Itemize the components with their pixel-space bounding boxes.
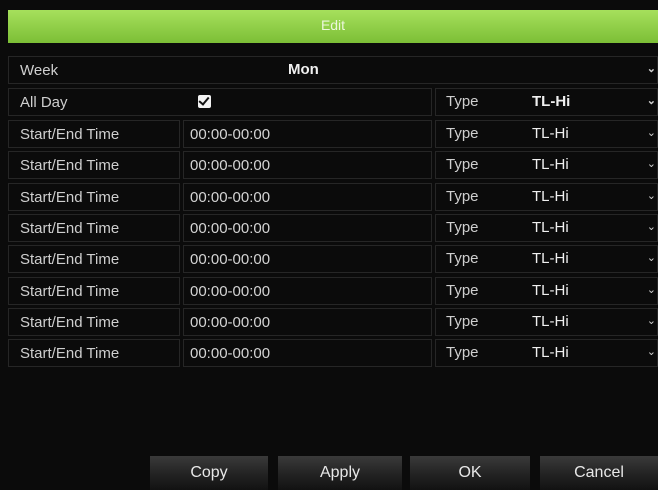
type-label: Type <box>446 282 479 299</box>
type-select[interactable]: TL-Hi ⌄ <box>520 308 658 336</box>
all-day-type-select[interactable]: TL-Hi ⌄ <box>520 88 658 116</box>
chevron-down-icon: ⌄ <box>646 158 656 170</box>
chevron-down-icon: ⌄ <box>646 221 656 233</box>
start-end-time-label: Start/End Time <box>8 308 180 336</box>
type-label: Type <box>446 156 479 173</box>
time-range-input[interactable]: 00:00-00:00 <box>183 339 432 367</box>
all-day-checkbox[interactable] <box>198 94 211 108</box>
type-select-value: TL-Hi <box>532 344 569 361</box>
type-select[interactable]: TL-Hi ⌄ <box>520 245 658 273</box>
week-row: Week Mon ⌄ <box>8 56 658 84</box>
time-row: Start/End Time 00:00-00:00 Type TL-Hi ⌄ <box>8 183 658 211</box>
type-select[interactable]: TL-Hi ⌄ <box>520 183 658 211</box>
all-day-type-label: Type <box>446 93 479 110</box>
time-range-input[interactable]: 00:00-00:00 <box>183 277 432 305</box>
apply-button[interactable]: Apply <box>278 456 402 490</box>
week-select-value: Mon <box>288 61 319 78</box>
type-select[interactable]: TL-Hi ⌄ <box>520 277 658 305</box>
time-row: Start/End Time 00:00-00:00 Type TL-Hi ⌄ <box>8 151 658 179</box>
type-select-value: TL-Hi <box>532 188 569 205</box>
cancel-button[interactable]: Cancel <box>540 456 658 490</box>
time-row: Start/End Time 00:00-00:00 Type TL-Hi ⌄ <box>8 245 658 273</box>
start-end-time-label: Start/End Time <box>8 245 180 273</box>
type-select-value: TL-Hi <box>532 125 569 142</box>
type-label: Type <box>446 219 479 236</box>
chevron-down-icon: ⌄ <box>646 284 656 296</box>
chevron-down-icon: ⌄ <box>646 190 656 202</box>
start-end-time-label: Start/End Time <box>8 151 180 179</box>
checkmark-icon <box>198 94 210 106</box>
type-label: Type <box>446 313 479 330</box>
time-row: Start/End Time 00:00-00:00 Type TL-Hi ⌄ <box>8 308 658 336</box>
copy-button[interactable]: Copy <box>150 456 268 490</box>
time-range-input[interactable]: 00:00-00:00 <box>183 183 432 211</box>
start-end-time-label: Start/End Time <box>8 214 180 242</box>
time-row: Start/End Time 00:00-00:00 Type TL-Hi ⌄ <box>8 214 658 242</box>
time-range-input[interactable]: 00:00-00:00 <box>183 151 432 179</box>
time-row: Start/End Time 00:00-00:00 Type TL-Hi ⌄ <box>8 339 658 367</box>
start-end-time-label: Start/End Time <box>8 183 180 211</box>
time-range-input[interactable]: 00:00-00:00 <box>183 308 432 336</box>
type-select-value: TL-Hi <box>532 250 569 267</box>
start-end-time-label: Start/End Time <box>8 339 180 367</box>
all-day-label: All Day <box>8 88 432 116</box>
type-select[interactable]: TL-Hi ⌄ <box>520 120 658 148</box>
type-select[interactable]: TL-Hi ⌄ <box>520 151 658 179</box>
dialog-title-bar: Edit <box>8 10 658 43</box>
type-select-value: TL-Hi <box>532 313 569 330</box>
time-row: Start/End Time 00:00-00:00 Type TL-Hi ⌄ <box>8 277 658 305</box>
all-day-type-value: TL-Hi <box>532 93 571 110</box>
type-select[interactable]: TL-Hi ⌄ <box>520 214 658 242</box>
chevron-down-icon: ⌄ <box>646 346 656 358</box>
all-day-row: All Day Type TL-Hi ⌄ <box>8 88 658 116</box>
week-select[interactable]: Mon ⌄ <box>276 56 658 84</box>
ok-button[interactable]: OK <box>410 456 530 490</box>
type-select-value: TL-Hi <box>532 156 569 173</box>
chevron-down-icon: ⌄ <box>646 63 656 75</box>
start-end-time-label: Start/End Time <box>8 277 180 305</box>
time-range-input[interactable]: 00:00-00:00 <box>183 120 432 148</box>
time-range-input[interactable]: 00:00-00:00 <box>183 214 432 242</box>
type-select[interactable]: TL-Hi ⌄ <box>520 339 658 367</box>
chevron-down-icon: ⌄ <box>646 95 656 107</box>
chevron-down-icon: ⌄ <box>646 127 656 139</box>
start-end-time-label: Start/End Time <box>8 120 180 148</box>
chevron-down-icon: ⌄ <box>646 315 656 327</box>
type-label: Type <box>446 344 479 361</box>
type-label: Type <box>446 125 479 142</box>
dialog-title: Edit <box>320 17 346 33</box>
time-row: Start/End Time 00:00-00:00 Type TL-Hi ⌄ <box>8 120 658 148</box>
time-range-input[interactable]: 00:00-00:00 <box>183 245 432 273</box>
type-label: Type <box>446 188 479 205</box>
type-select-value: TL-Hi <box>532 282 569 299</box>
type-select-value: TL-Hi <box>532 219 569 236</box>
type-label: Type <box>446 250 479 267</box>
chevron-down-icon: ⌄ <box>646 252 656 264</box>
